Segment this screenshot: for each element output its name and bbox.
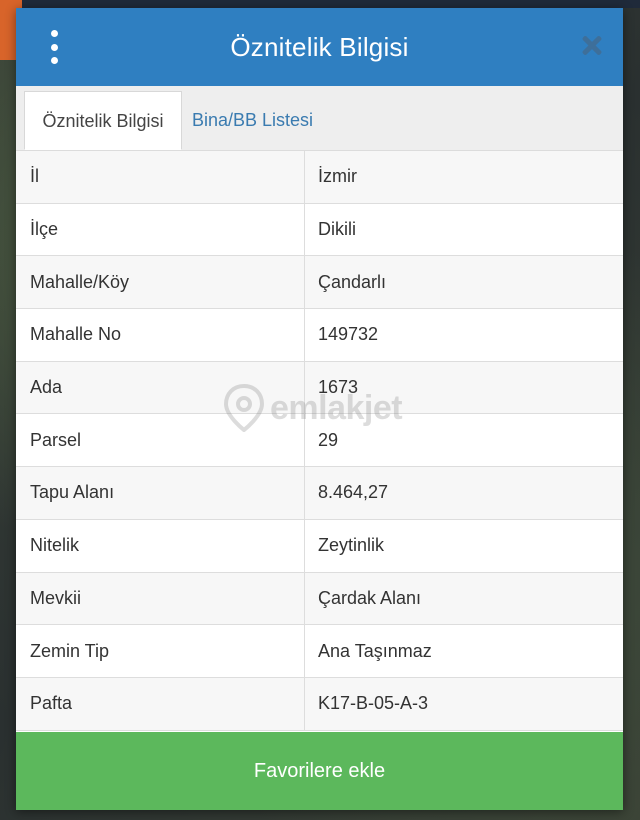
attribute-value: Çardak Alanı: [318, 587, 422, 608]
table-row: Zemin Tip Ana Taşınmaz: [16, 625, 623, 678]
tab-attribute-info[interactable]: Öznitelik Bilgisi: [24, 91, 182, 150]
table-row: Pafta K17-B-05-A-3: [16, 677, 623, 731]
attribute-table: İl İzmir İlçe Dikili Mahalle/Köy Çandarl…: [16, 151, 623, 731]
attribute-key: Zemin Tip: [16, 625, 305, 677]
attribute-value: İzmir: [318, 166, 357, 187]
attribute-value: Çandarlı: [318, 271, 387, 292]
attribute-value: 29: [318, 429, 339, 450]
menu-dot: [50, 57, 58, 64]
attribute-key: Mahalle No: [16, 309, 305, 361]
dialog-header: Öznitelik Bilgisi: [16, 8, 623, 86]
kebab-menu-icon[interactable]: [42, 30, 66, 64]
attribute-key: Parsel: [16, 414, 305, 467]
tab-bar: Öznitelik Bilgisi Bina/BB Listesi: [16, 86, 623, 151]
tab-building-list[interactable]: Bina/BB Listesi: [178, 91, 327, 150]
table-row: Nitelik Zeytinlik: [16, 519, 623, 573]
attribute-key: Pafta: [16, 677, 305, 730]
table-row: Ada 1673: [16, 361, 623, 415]
attribute-key: Tapu Alanı: [16, 467, 305, 519]
attribute-key: Mahalle/Köy: [16, 256, 305, 309]
attribute-dialog: Öznitelik Bilgisi Öznitelik Bilgisi Bina…: [16, 8, 623, 810]
table-row: İl İzmir: [16, 151, 623, 204]
menu-dot: [50, 43, 58, 51]
attribute-key: İlçe: [16, 203, 305, 256]
attribute-value: 149732: [318, 324, 379, 345]
attribute-value: 1673: [318, 377, 359, 398]
attribute-key: Mevkii: [16, 572, 305, 625]
background-top-bar: [0, 0, 640, 8]
attribute-value: Dikili: [318, 219, 356, 240]
attribute-value: Ana Taşınmaz: [318, 640, 432, 661]
table-row: Parsel 29: [16, 414, 623, 468]
attribute-key: İl: [16, 151, 305, 203]
attribute-value: Zeytinlik: [318, 535, 385, 556]
dialog-title: Öznitelik Bilgisi: [230, 31, 409, 62]
table-row: Mevkii Çardak Alanı: [16, 572, 623, 626]
attribute-value: K17-B-05-A-3: [318, 693, 429, 714]
attribute-value: 8.464,27: [318, 482, 389, 503]
table-row: İlçe Dikili: [16, 203, 623, 257]
table-row: Mahalle/Köy Çandarlı: [16, 256, 623, 310]
table-row: Tapu Alanı 8.464,27: [16, 467, 623, 520]
close-icon[interactable]: [581, 34, 603, 56]
add-to-favorites-button[interactable]: Favorilere ekle: [16, 732, 623, 810]
menu-dot: [50, 30, 58, 37]
attribute-key: Ada: [16, 361, 305, 414]
table-row: Mahalle No 149732: [16, 309, 623, 362]
attribute-key: Nitelik: [16, 519, 305, 572]
